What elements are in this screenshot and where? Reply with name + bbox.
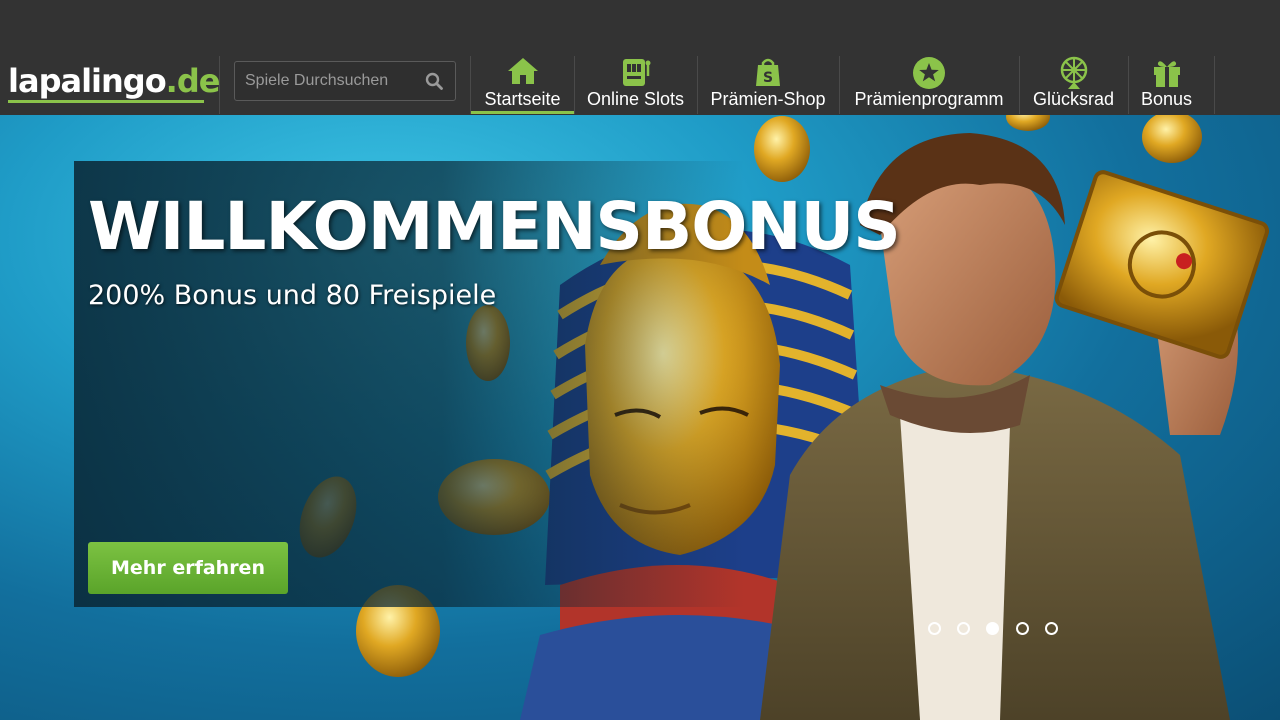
gold-coin <box>1142 115 1202 163</box>
gift-icon <box>1153 61 1180 87</box>
carousel-dot-5[interactable] <box>1045 622 1058 635</box>
nav-label: Online Slots <box>586 89 685 109</box>
logo-tld: .de <box>165 62 221 100</box>
nav-label: Prämien-Shop <box>710 89 826 109</box>
site-logo[interactable]: lapalingo.de <box>8 62 221 100</box>
nav-item-online-slots[interactable]: Online Slots <box>575 56 696 114</box>
nav-item-startseite[interactable]: Startseite <box>471 56 574 114</box>
nav-item-praemien-shop[interactable]: S Prämien-Shop <box>698 56 838 114</box>
search-input[interactable] <box>245 62 415 100</box>
nav-label: Glücksrad <box>1032 89 1115 109</box>
golden-book <box>1054 170 1270 359</box>
svg-text:S: S <box>763 70 773 86</box>
carousel-dot-2[interactable] <box>957 622 970 635</box>
star-icon <box>913 57 945 89</box>
logo-name: lapalingo <box>8 62 167 100</box>
divider <box>1214 56 1215 114</box>
search-box <box>234 61 456 101</box>
nav-label: Prämienprogramm <box>854 89 1004 109</box>
nav-label: Startseite <box>484 89 561 109</box>
wheel-icon <box>1060 56 1087 89</box>
carousel-dot-1[interactable] <box>928 622 941 635</box>
carousel-dot-4[interactable] <box>1016 622 1029 635</box>
top-navigation-bar: lapalingo.de Startseite Online Slots <box>0 0 1280 115</box>
hero-title: WILLKOMMENSBONUS <box>88 188 901 265</box>
nav-item-bonus[interactable]: Bonus <box>1129 56 1204 114</box>
home-icon <box>507 58 538 84</box>
search-icon[interactable] <box>425 72 443 90</box>
hero-subtitle: 200% Bonus und 80 Freispiele <box>88 280 497 311</box>
nav-label: Bonus <box>1140 89 1193 109</box>
divider <box>219 56 220 114</box>
gold-coin <box>754 116 810 182</box>
shopping-bag-icon: S <box>756 58 780 86</box>
carousel-dot-3[interactable] <box>986 622 999 635</box>
nav-item-gluecksrad[interactable]: Glücksrad <box>1020 56 1127 114</box>
logo-underline <box>8 100 204 103</box>
nav-item-praemienprogramm[interactable]: Prämienprogramm <box>840 56 1018 114</box>
gold-coin <box>1006 115 1050 131</box>
slot-machine-icon <box>622 59 650 86</box>
mehr-erfahren-button[interactable]: Mehr erfahren <box>88 542 288 594</box>
